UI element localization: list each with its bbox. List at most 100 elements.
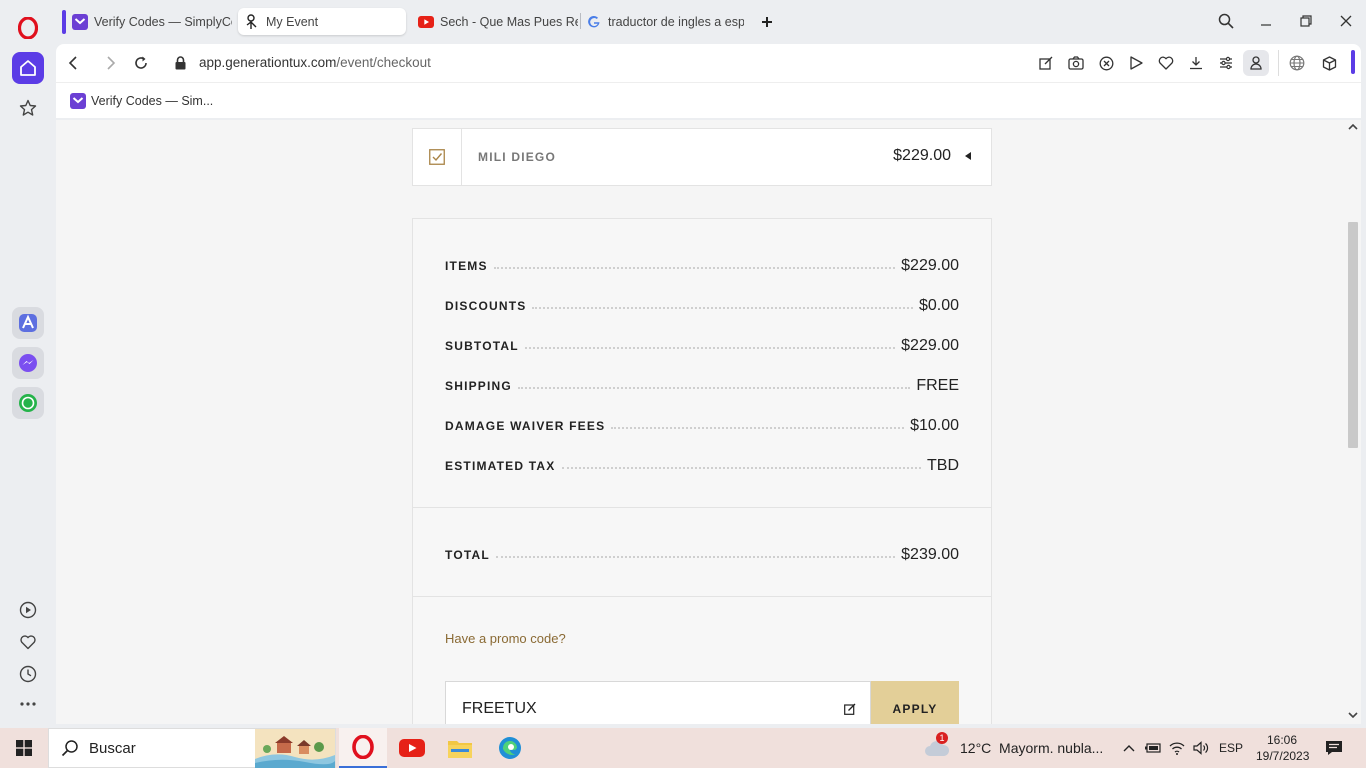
order-summary: ITEMS $229.00 DISCOUNTS $0.00 SUBTOTAL $… [412,218,992,724]
expand-caret-icon[interactable] [965,152,971,160]
edit-page-icon[interactable] [1037,54,1055,72]
vpn-globe-icon[interactable] [1288,54,1306,72]
weather-alert-badge: 1 [936,732,948,744]
whatsapp-icon[interactable] [12,387,44,419]
summary-value: $0.00 [918,297,959,314]
taskbar-youtube-icon[interactable] [388,728,436,768]
summary-label: DISCOUNTS [445,299,527,313]
input-language[interactable]: ESP [1218,739,1244,757]
adblock-icon[interactable] [1097,54,1115,72]
simplycodes-icon [72,13,88,30]
simplycodes-icon [70,93,86,109]
windows-start-icon[interactable] [0,728,48,768]
dotted-leader [532,307,913,309]
flow-send-icon[interactable] [1127,54,1145,72]
easy-setup-icon[interactable] [1217,54,1235,72]
aria-ai-icon[interactable] [12,307,44,339]
tab-google-translate[interactable]: traductor de ingles a español [586,8,744,35]
pinboards-icon[interactable] [12,92,44,124]
tab-island-marker [62,10,66,34]
promo-code-field[interactable] [445,681,871,724]
history-clock-icon[interactable] [12,658,44,690]
weather-widget[interactable]: 1 12°C Mayorm. nubla... [924,728,1103,768]
forward-icon[interactable] [100,53,120,73]
tab-my-event[interactable]: My Event [238,8,406,35]
page-viewport: MILI DIEGO $229.00 ITEMS $229.00 DISCOUN… [56,120,1361,724]
more-options-icon[interactable] [12,688,44,720]
browser-toolbar: app.generationtux.com/event/checkout [56,44,1361,82]
taskbar-search-box[interactable]: Buscar [48,728,336,768]
promo-code-input[interactable] [462,700,822,718]
summary-label: DAMAGE WAIVER FEES [445,419,606,433]
tab-youtube[interactable]: Sech - Que Mas Pues Remix [418,8,578,35]
summary-label: TOTAL [445,548,490,562]
scroll-up-icon[interactable] [1348,122,1358,132]
summary-value: $229.00 [901,337,959,354]
taskbar-opera-icon[interactable] [339,728,387,768]
back-icon[interactable] [64,53,84,73]
downloads-icon[interactable] [1187,54,1205,72]
search-highlight-illustration [255,729,335,768]
notifications-icon[interactable] [1324,739,1344,757]
tab-separator [580,13,581,29]
generationtux-icon [244,13,260,30]
tab-search-icon[interactable] [1211,8,1241,34]
summary-row-items: ITEMS $229.00 [445,253,959,275]
item-checkbox[interactable] [413,129,462,185]
summary-divider [413,507,991,508]
taskbar-file-explorer-icon[interactable] [436,728,484,768]
apply-promo-button[interactable]: APPLY [871,681,959,724]
tab-title: traductor de ingles a español [608,14,744,29]
url-path: /event/checkout [336,55,431,70]
dotted-leader [561,467,921,469]
sidebar-toggle-marker[interactable] [1351,50,1355,74]
opera-sidebar [0,0,56,728]
scrollbar-thumb[interactable] [1348,222,1358,448]
bookmark-heart-icon[interactable] [1157,54,1175,72]
bookmark-label: Verify Codes — Sim... [91,94,214,108]
youtube-icon [418,14,434,30]
messenger-icon[interactable] [12,347,44,379]
summary-value: $10.00 [910,417,959,434]
edit-icon [844,702,856,720]
dotted-leader [611,427,905,429]
summary-label: SUBTOTAL [445,339,519,353]
bookmark-verify-codes[interactable]: Verify Codes — Sim... [70,93,213,109]
google-icon [586,14,602,30]
snapshot-camera-icon[interactable] [1067,54,1085,72]
close-window-icon[interactable] [1331,8,1361,34]
page-scrollbar[interactable] [1345,120,1361,724]
summary-row-estimated-tax: ESTIMATED TAX TBD [445,453,959,475]
summary-row-discounts: DISCOUNTS $0.00 [445,293,959,315]
favorites-heart-icon[interactable] [12,626,44,658]
reload-icon[interactable] [131,53,151,73]
lock-icon[interactable] [170,53,190,73]
volume-icon[interactable] [1192,739,1210,757]
speed-dial-home-icon[interactable] [12,52,44,84]
summary-value: FREE [916,377,959,394]
wifi-icon[interactable] [1168,739,1186,757]
toolbar-separator [1278,50,1279,76]
minimize-icon[interactable] [1251,8,1281,34]
bookmarks-bar: Verify Codes — Sim... [56,82,1361,118]
summary-value: $239.00 [901,546,959,563]
battery-icon[interactable] [1144,739,1162,757]
show-hidden-icons-chevron-icon[interactable] [1120,739,1138,757]
cloud-icon: 1 [924,732,950,758]
tab-verify-codes[interactable]: Verify Codes — SimplyCodes [72,8,232,35]
scroll-down-icon[interactable] [1348,710,1358,720]
restore-icon[interactable] [1291,8,1321,34]
taskbar-edge-icon[interactable] [486,728,534,768]
address-bar-url[interactable]: app.generationtux.com/event/checkout [199,55,431,70]
new-tab-plus-icon[interactable] [758,13,776,31]
extensions-cube-icon[interactable] [1320,54,1338,72]
summary-label: ESTIMATED TAX [445,459,556,473]
dotted-leader [493,267,896,269]
profile-icon[interactable] [1243,50,1269,76]
system-clock[interactable]: 16:06 19/7/2023 [1256,732,1310,764]
promo-code-link[interactable]: Have a promo code? [445,631,566,646]
clock-date: 19/7/2023 [1256,749,1310,763]
weather-text: 12°C Mayorm. nubla... [960,740,1104,756]
opera-menu-icon[interactable] [12,12,44,44]
player-icon[interactable] [12,594,44,626]
